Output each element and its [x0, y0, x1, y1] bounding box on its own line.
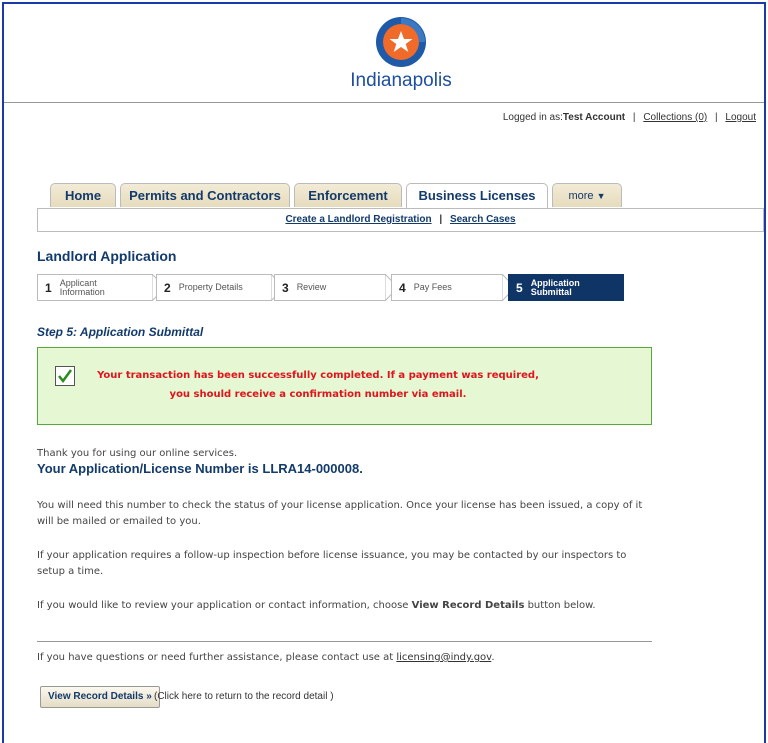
collections-link[interactable]: Collections (0) [643, 112, 707, 123]
success-notice: Your transaction has been successfully c… [37, 347, 652, 425]
step-progress: 1 Applicant Information 2 Property Detail… [37, 274, 627, 301]
logo-text: Indianapolis [350, 70, 452, 91]
page-frame: Indianapolis Logged in as:Test Account |… [2, 2, 766, 743]
page-title: Landlord Application [37, 248, 177, 264]
step-review: 3 Review [274, 274, 386, 301]
view-record-hint: (Click here to return to the record deta… [154, 691, 334, 702]
thank-you-text: Thank you for using our online services. [37, 448, 238, 459]
step-number: 5 [516, 280, 523, 295]
step-label: Information [59, 286, 105, 297]
paragraph-inspection: If your application requires a follow-up… [37, 550, 627, 577]
step-number: 4 [399, 280, 406, 295]
step-number: 3 [282, 280, 289, 295]
divider [37, 641, 652, 642]
step-label: Property Details [178, 282, 243, 292]
tab-enforcement[interactable]: Enforcement [294, 183, 402, 207]
star-logo-icon [375, 16, 427, 68]
caret-down-icon: ▼ [596, 191, 606, 201]
help-text-suffix: . [491, 652, 495, 663]
step-property-details: 2 Property Details [156, 274, 272, 301]
help-text: If you have questions or need further as… [37, 650, 657, 666]
search-cases-link[interactable]: Search Cases [450, 214, 516, 225]
step-number: 1 [45, 280, 52, 295]
review-text-bold: View Record Details [411, 600, 525, 611]
logged-in-label: Logged in as: [502, 112, 563, 123]
paragraph-status: You will need this number to check the s… [37, 500, 643, 527]
step-label: Pay Fees [413, 282, 452, 292]
step-number: 2 [164, 280, 171, 295]
paragraph-review: If you would like to review your applica… [37, 598, 657, 614]
notice-message: Your transaction has been successfully c… [78, 366, 558, 404]
user-bar: Logged in as:Test Account | Collections … [502, 112, 756, 123]
notice-line-1: Your transaction has been successfully c… [97, 370, 539, 381]
review-text-prefix: If you would like to review your applica… [37, 600, 412, 611]
site-header: Indianapolis [4, 4, 764, 103]
tab-permits-and-contractors[interactable]: Permits and Contractors [120, 183, 290, 207]
license-number: Your Application/License Number is LLRA1… [37, 461, 363, 476]
licensing-email-link[interactable]: licensing@indy.gov [396, 652, 491, 663]
step-label: Submittal [530, 286, 572, 297]
step-label: Review [296, 282, 327, 292]
view-record-details-button[interactable]: View Record Details » [40, 686, 160, 708]
indianapolis-logo[interactable]: Indianapolis [336, 16, 466, 92]
tab-home[interactable]: Home [50, 183, 116, 207]
tab-more[interactable]: more ▼ [552, 183, 622, 207]
help-text-prefix: If you have questions or need further as… [37, 652, 397, 663]
step-heading: Step 5: Application Submittal [37, 325, 204, 339]
user-name: Test Account [562, 112, 626, 123]
step-pay-fees: 4 Pay Fees [391, 274, 503, 301]
sub-navigation: Create a Landlord Registration | Search … [37, 208, 764, 232]
tab-business-licenses[interactable]: Business Licenses [406, 183, 548, 209]
notice-line-2: you should receive a confirmation number… [169, 389, 467, 400]
step-applicant-information: 1 Applicant Information [37, 274, 153, 301]
logout-link[interactable]: Logout [725, 112, 756, 123]
tab-more-label: more [568, 190, 594, 202]
step-application-submittal: 5 Application Submittal [508, 274, 624, 301]
create-landlord-registration-link[interactable]: Create a Landlord Registration [285, 214, 431, 225]
checkmark-icon [55, 366, 75, 386]
review-text-suffix: button below. [524, 600, 596, 611]
